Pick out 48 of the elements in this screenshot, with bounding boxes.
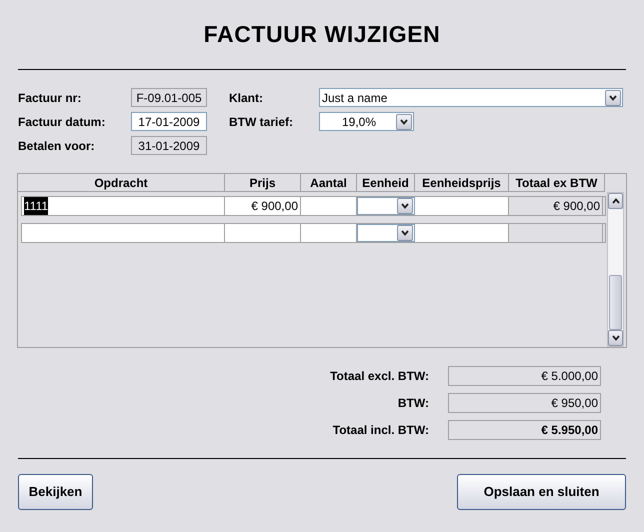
input-field: F-09.01-005 [131, 88, 207, 107]
scroll-up-button[interactable] [608, 193, 623, 209]
save-close-button[interactable]: Opslaan en sluiten [457, 474, 626, 510]
caret-icon [612, 335, 620, 341]
task-input[interactable] [22, 224, 225, 242]
column-header: Eenheidsprijs [415, 174, 509, 192]
field-label: BTW tarief: [229, 114, 294, 130]
cell-input[interactable] [225, 224, 301, 242]
column-header: Eenheid [357, 174, 415, 192]
caret-icon [609, 94, 617, 100]
total-label: BTW: [398, 395, 429, 412]
caret-icon [401, 230, 409, 236]
input-field: 31-01-2009 [131, 136, 207, 155]
caret-icon [400, 118, 408, 124]
vat-rate-dropdown[interactable]: 19,0% [319, 112, 414, 131]
total-label: Totaal excl. BTW: [330, 368, 429, 385]
cell-input[interactable] [415, 197, 509, 215]
column-header: Aantal [301, 174, 357, 192]
window-title: FACTUUR WIJZIGEN [204, 20, 440, 50]
total-value: € 950,00 [448, 393, 601, 413]
column-header: Prijs [225, 174, 301, 192]
scrollbar-thumb[interactable] [609, 275, 622, 330]
total-value: € 5.000,00 [448, 366, 601, 386]
field-label: Betalen voor: [18, 138, 96, 154]
dropdown-button[interactable] [397, 198, 413, 214]
scrollbar[interactable] [607, 192, 624, 347]
dropdown-button[interactable] [608, 330, 623, 346]
dropdown-button[interactable] [396, 114, 412, 130]
view-button[interactable]: Bekijken [18, 474, 93, 510]
cell-input[interactable] [301, 197, 357, 215]
input-field[interactable]: 17-01-2009 [131, 112, 207, 131]
cell-input[interactable] [415, 224, 509, 242]
column-header: Totaal ex BTW [509, 174, 605, 192]
total-value: € 5.950,00 [448, 420, 601, 440]
cell-input[interactable]: € 900,00 [225, 197, 301, 215]
customer-dropdown[interactable]: Just a name [319, 88, 623, 107]
field-label: Klant: [229, 90, 264, 106]
dropdown-button[interactable] [605, 90, 621, 106]
caret-icon [612, 198, 620, 204]
total-label: Totaal incl. BTW: [332, 422, 429, 439]
dropdown-button[interactable] [397, 225, 413, 241]
cell-input[interactable] [301, 224, 357, 242]
table-row[interactable]: 1111 € 900,00 € 900,00 [21, 196, 606, 216]
caret-icon [401, 203, 409, 209]
field-label: Factuur datum: [18, 114, 106, 130]
task-input[interactable]: 1111 [22, 197, 225, 215]
field-label: Factuur nr: [18, 90, 82, 106]
column-header: Opdracht [18, 174, 225, 192]
